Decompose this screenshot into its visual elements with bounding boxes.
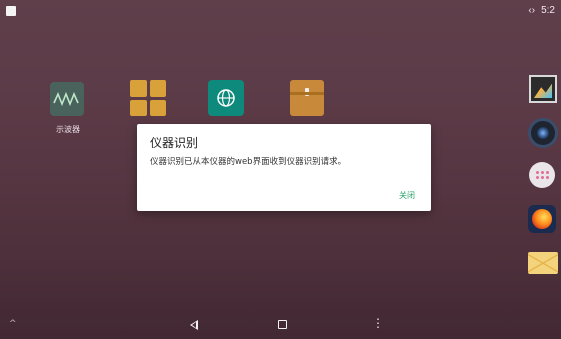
- status-right: ‹› 5:2: [528, 5, 555, 16]
- camera-icon[interactable]: [528, 118, 558, 148]
- status-bar: ‹› 5:2: [0, 0, 561, 22]
- back-icon[interactable]: [190, 320, 198, 330]
- caret-up-icon[interactable]: ^: [9, 319, 17, 329]
- apps-icon[interactable]: [529, 162, 555, 188]
- menu-icon[interactable]: ⋮: [372, 317, 384, 329]
- globe-icon: [217, 89, 235, 107]
- instrument-id-dialog: 仪器识别 仪器识别已从本仪器的web界面收到仪器识别请求。 关闭: [137, 124, 431, 211]
- close-button[interactable]: 关闭: [399, 190, 415, 201]
- waveform-icon: [53, 91, 79, 107]
- archive-app-icon[interactable]: [290, 80, 324, 116]
- gallery-icon[interactable]: [529, 75, 557, 103]
- waveform-app-icon[interactable]: [50, 82, 84, 116]
- dialog-title: 仪器识别: [150, 136, 199, 150]
- globe-app-icon[interactable]: [208, 80, 244, 116]
- grid-app-icon[interactable]: [130, 80, 166, 116]
- firefox-icon[interactable]: [528, 205, 556, 233]
- navigation-bar: ^ ⋮: [0, 314, 561, 339]
- arrows-icon: ‹›: [528, 5, 536, 16]
- home-icon[interactable]: [278, 320, 287, 329]
- dialog-message: 仪器识别已从本仪器的web界面收到仪器识别请求。: [150, 157, 347, 167]
- waveform-app-label: 示波器: [56, 125, 80, 134]
- clock: 5:2: [541, 5, 555, 16]
- notification-icon: [6, 6, 16, 16]
- mail-icon[interactable]: [528, 252, 558, 274]
